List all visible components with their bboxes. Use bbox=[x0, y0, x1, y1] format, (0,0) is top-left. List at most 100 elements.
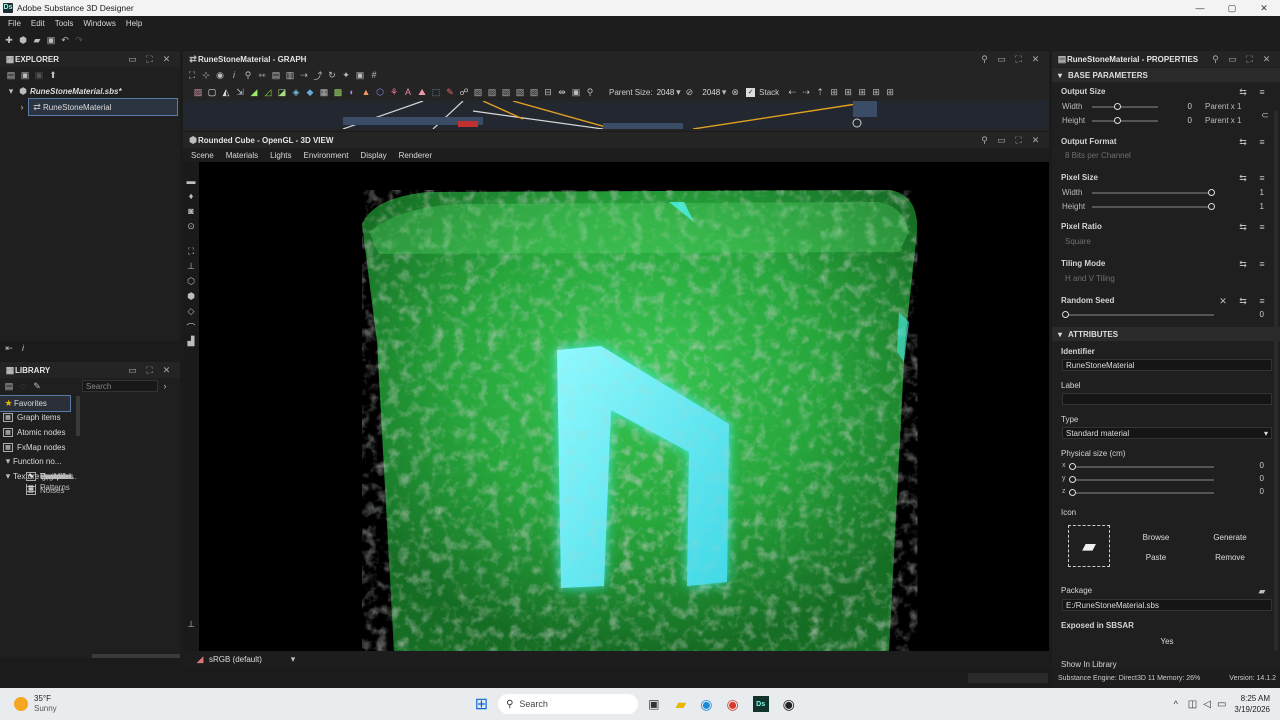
node-curve-icon[interactable]: ◿ bbox=[261, 85, 275, 99]
colorspace-select[interactable]: sRGB (default) bbox=[207, 655, 289, 664]
info-icon[interactable]: i bbox=[227, 68, 241, 82]
node-shape-icon[interactable]: ◆ bbox=[303, 85, 317, 99]
screenshot-icon[interactable]: ◙ bbox=[184, 206, 198, 219]
file-explorer-icon[interactable]: ▰ bbox=[675, 696, 686, 713]
info-icon[interactable]: i bbox=[16, 341, 30, 355]
display-icon[interactable]: ▣ bbox=[353, 68, 367, 82]
library-collapse-icon[interactable]: › bbox=[158, 379, 172, 393]
browse-button[interactable]: Browse bbox=[1122, 533, 1190, 542]
lib-cat-favorites[interactable]: ★ Favorites bbox=[0, 395, 71, 412]
maximize-panel-icon[interactable]: ⛶ bbox=[1010, 54, 1027, 65]
library-search-input[interactable]: Search bbox=[82, 380, 158, 392]
camera-icon[interactable]: ▬ bbox=[184, 176, 198, 189]
save-icon[interactable]: ▣ bbox=[44, 33, 58, 47]
axis-icon[interactable]: ⊥ bbox=[184, 261, 198, 274]
maximize-panel-icon[interactable]: ⛶ bbox=[1010, 135, 1027, 146]
collapse-arrow-icon[interactable]: ▾ bbox=[6, 84, 16, 98]
maximize-panel-icon[interactable]: ⛶ bbox=[141, 54, 158, 65]
lib-item-control[interactable]: ✎ Control bbox=[10, 469, 66, 484]
output-height-value[interactable]: 0 bbox=[1168, 116, 1192, 125]
menu-environment[interactable]: Display bbox=[354, 151, 392, 160]
undo-icon[interactable]: ↶ bbox=[58, 33, 72, 47]
clock-time[interactable]: 8:25 AM bbox=[1234, 693, 1270, 704]
lib-cat-function-nodes[interactable]: ▾ Function no... bbox=[0, 454, 74, 469]
physical-y-slider[interactable] bbox=[1072, 479, 1214, 481]
pixel-width-value[interactable]: 1 bbox=[1240, 188, 1264, 197]
pixel-height-knob[interactable] bbox=[1208, 203, 1215, 210]
output-format-select[interactable]: 8 Bits per Channel bbox=[1062, 150, 1272, 162]
node-blend-icon[interactable]: ◪ bbox=[275, 85, 289, 99]
pixel-height-value[interactable]: 1 bbox=[1240, 202, 1264, 211]
menu-edit[interactable]: Edit bbox=[26, 19, 50, 28]
physical-z-knob[interactable] bbox=[1069, 489, 1076, 496]
redo-icon[interactable]: ↷ bbox=[72, 33, 86, 47]
graph-item[interactable]: ⇄ RuneStoneMaterial bbox=[28, 98, 178, 116]
expose-icon[interactable]: ⇆ bbox=[1236, 85, 1250, 99]
package-item[interactable]: ▾ ⬢ RuneStoneMaterial.sbs* bbox=[0, 83, 180, 99]
expose-icon[interactable]: ⇆ bbox=[1236, 220, 1250, 234]
stack-right-icon[interactable]: ⇢ bbox=[799, 85, 813, 99]
pin-icon[interactable]: ⚲ bbox=[976, 54, 993, 65]
physical-x-slider[interactable] bbox=[1072, 466, 1214, 468]
maximize-panel-icon[interactable]: ⛶ bbox=[141, 365, 158, 376]
physical-y-value[interactable]: 0 bbox=[1240, 474, 1264, 483]
physical-z-value[interactable]: 0 bbox=[1240, 487, 1264, 496]
link-icon[interactable]: ⇤ bbox=[2, 341, 16, 355]
node-pixel-icon[interactable]: ▩ bbox=[331, 85, 345, 99]
menu-lights[interactable]: Lights bbox=[264, 151, 297, 160]
pin-icon[interactable]: ⚲ bbox=[1207, 54, 1224, 65]
grid-icon[interactable]: # bbox=[367, 68, 381, 82]
chevron-up-icon[interactable]: ^ bbox=[1174, 699, 1178, 709]
align-icon[interactable]: ⇿ bbox=[255, 68, 269, 82]
mesh-icon[interactable]: ⬡ bbox=[184, 276, 198, 289]
library-filter-icon[interactable]: ◌ bbox=[16, 379, 30, 393]
output-height-slider[interactable] bbox=[1092, 120, 1158, 122]
stats-icon[interactable]: ▟ bbox=[184, 336, 198, 349]
library-view-icon[interactable]: ▤ bbox=[2, 379, 16, 393]
close-panel-icon[interactable]: ✕ bbox=[158, 54, 175, 65]
close-panel-icon[interactable]: ✕ bbox=[1258, 54, 1275, 65]
node-tile-icon[interactable]: ▦ bbox=[317, 85, 331, 99]
menu-windows[interactable]: Windows bbox=[78, 19, 120, 28]
node-mask-icon[interactable]: ▲ bbox=[359, 85, 373, 99]
node-hsl-icon[interactable]: ⚘ bbox=[387, 85, 401, 99]
node-dir-warp-icon[interactable]: ▧ bbox=[485, 85, 499, 99]
exposed-select[interactable]: Yes bbox=[1062, 637, 1272, 646]
link-mode-icon[interactable]: ⇹ bbox=[555, 85, 569, 99]
node-emboss-icon[interactable]: ⛰ bbox=[415, 85, 429, 99]
menu-camera[interactable]: Environment bbox=[298, 151, 355, 160]
menu-file[interactable]: File bbox=[3, 19, 26, 28]
reset-size-icon[interactable]: ⊗ bbox=[728, 85, 742, 99]
taskbar-search[interactable]: ⚲ Search bbox=[498, 694, 639, 714]
library-h-scrollbar[interactable] bbox=[92, 654, 180, 658]
new-icon[interactable]: ▤ bbox=[4, 68, 18, 82]
options-icon[interactable]: ≡ bbox=[1255, 220, 1269, 234]
tools-icon[interactable]: ✦ bbox=[339, 68, 353, 82]
library-scrollbar[interactable] bbox=[76, 396, 80, 436]
lib-item-patterns[interactable]: ▦ Patterns bbox=[10, 483, 70, 492]
expose-icon[interactable]: ⇆ bbox=[1236, 171, 1250, 185]
lock-ratio-icon[interactable]: ⊘ bbox=[682, 85, 696, 99]
maximize-panel-icon[interactable]: ⛶ bbox=[1241, 54, 1258, 65]
close-button[interactable]: ✕ bbox=[1248, 3, 1280, 14]
options-icon[interactable]: ≡ bbox=[1255, 257, 1269, 271]
new-graph-icon[interactable]: ⬢ bbox=[16, 33, 30, 47]
library-edit-icon[interactable]: ✎ bbox=[30, 379, 44, 393]
node-warp-icon[interactable]: ◈ bbox=[289, 85, 303, 99]
layout-b-icon[interactable]: ⊞ bbox=[841, 85, 855, 99]
node-split-icon[interactable]: ▧ bbox=[499, 85, 513, 99]
paste-button[interactable]: Paste bbox=[1122, 553, 1190, 562]
camera-icon[interactable]: ◉ bbox=[213, 68, 227, 82]
parent-size-select[interactable]: 2048 bbox=[657, 88, 675, 97]
pixel-width-knob[interactable] bbox=[1208, 189, 1215, 196]
substance-designer-icon[interactable]: Ds bbox=[752, 696, 769, 712]
node-color-picker-icon[interactable]: ✎ bbox=[443, 85, 457, 99]
node-fill-icon[interactable]: ◭ bbox=[219, 85, 233, 99]
connect-icon[interactable]: ⇢ bbox=[297, 68, 311, 82]
output-width-knob[interactable] bbox=[1114, 103, 1121, 110]
frame-selected-icon[interactable]: ⊹ bbox=[199, 68, 213, 82]
save-all-icon[interactable]: ▣ bbox=[32, 68, 46, 82]
node-frame-icon[interactable]: ⬚ bbox=[429, 85, 443, 99]
scene-add-icon[interactable]: ⊥ bbox=[184, 619, 198, 632]
output-height-knob[interactable] bbox=[1114, 117, 1121, 124]
